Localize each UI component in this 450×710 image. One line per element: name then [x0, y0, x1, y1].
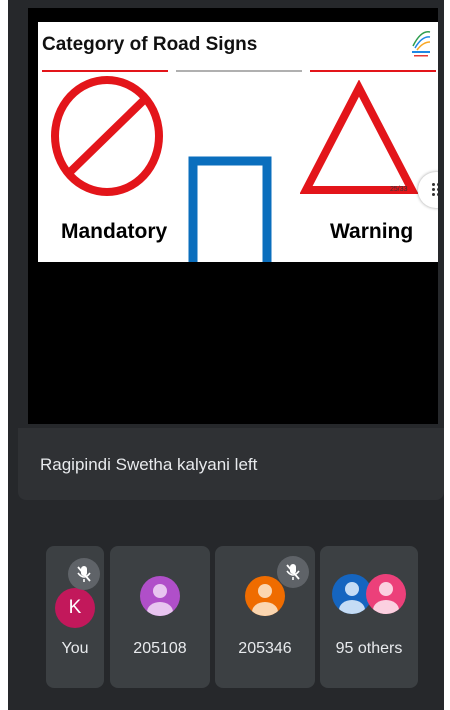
participant-name: You	[61, 640, 89, 657]
participant-name: 205108	[133, 640, 187, 657]
notification-text: Ragipindi Swetha kalyani left	[40, 455, 258, 474]
avatar-icon	[140, 576, 180, 616]
sign-label-warning: Warning	[330, 220, 414, 243]
page-indicator: 25/33	[390, 186, 408, 193]
slide-title: Category of Road Signs	[42, 34, 258, 55]
participant-tile-others[interactable]: 95 others	[320, 546, 418, 688]
mic-off-icon	[68, 558, 100, 590]
participant-tile-205108[interactable]: 205108	[110, 546, 210, 688]
sign-label-mandatory: Mandatory	[61, 220, 168, 243]
brand-logo-icon	[412, 31, 431, 57]
avatar-icon	[366, 574, 406, 614]
notification-toast: Ragipindi Swetha kalyani left	[18, 428, 444, 500]
participant-name: 95 others	[335, 640, 403, 657]
participant-tile-you[interactable]: K You	[46, 546, 104, 688]
warning-triangle-icon	[300, 80, 418, 194]
avatar-icon	[245, 576, 285, 616]
title-underline	[38, 70, 438, 73]
avatar: K	[55, 588, 95, 628]
presentation-view[interactable]: Category of Road Signs Mandatory Warning…	[28, 8, 438, 424]
information-sign-icon	[188, 156, 272, 262]
meeting-app: Category of Road Signs Mandatory Warning…	[8, 0, 444, 710]
mic-off-icon	[277, 556, 309, 588]
participant-tile-205346[interactable]: 205346	[215, 546, 315, 688]
grid-handle-icon[interactable]	[418, 172, 438, 208]
slide: Category of Road Signs Mandatory Warning…	[38, 22, 438, 262]
participant-name: 205346	[238, 640, 292, 657]
prohibition-sign-icon	[51, 76, 163, 196]
